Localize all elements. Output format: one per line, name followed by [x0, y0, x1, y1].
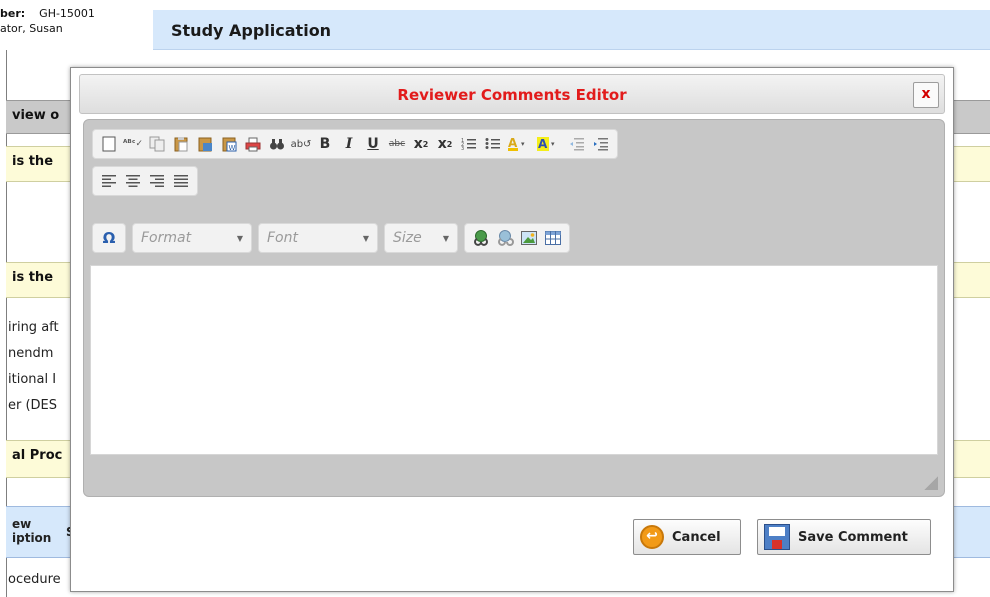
- print-icon[interactable]: [242, 133, 264, 155]
- toolbar-group-insert: [464, 223, 570, 253]
- save-comment-button[interactable]: Save Comment: [757, 519, 931, 555]
- text-line: iring aft: [8, 320, 59, 335]
- bold-icon[interactable]: B: [314, 133, 336, 155]
- new-page-icon[interactable]: [98, 133, 120, 155]
- page-title: Study Application: [171, 21, 332, 40]
- paste-text-icon[interactable]: [194, 133, 216, 155]
- format-dropdown[interactable]: Format ▼: [132, 223, 252, 253]
- protocol-label: ber:: [0, 7, 26, 20]
- special-character-icon[interactable]: Ω: [98, 227, 120, 249]
- align-center-icon[interactable]: [122, 170, 144, 192]
- bulleted-list-icon[interactable]: [482, 133, 504, 155]
- strikethrough-icon[interactable]: abc: [386, 133, 408, 155]
- unlink-icon[interactable]: [494, 227, 516, 249]
- paste-word-icon[interactable]: W: [218, 133, 240, 155]
- resize-handle-icon[interactable]: [924, 476, 938, 490]
- chevron-down-icon: ▼: [236, 233, 243, 243]
- spellcheck-icon[interactable]: ᴬᴮᶜ✓: [122, 133, 144, 155]
- undo-arrow-icon: ↩: [640, 525, 664, 549]
- toolbar-row-3: Ω Format ▼ Font ▼ Size ▼: [92, 223, 570, 253]
- italic-icon[interactable]: I: [338, 133, 360, 155]
- align-right-icon[interactable]: [146, 170, 168, 192]
- indent-icon[interactable]: [590, 133, 612, 155]
- investigator-name: ator, Susan: [0, 22, 63, 35]
- svg-text:A: A: [538, 137, 548, 151]
- find-icon[interactable]: [266, 133, 288, 155]
- table-row[interactable]: ocedure: [8, 572, 61, 587]
- floppy-disk-icon: [764, 524, 790, 550]
- toolbar-group-special: Ω: [92, 223, 126, 253]
- subscript-icon[interactable]: x2: [410, 133, 432, 155]
- protocol-info: ber: GH-15001 ator, Susan: [0, 6, 150, 50]
- superscript-icon[interactable]: x2: [434, 133, 456, 155]
- background-color-icon[interactable]: A ▾: [536, 133, 564, 155]
- size-dropdown-label: Size: [393, 230, 422, 246]
- table-header-description: ew iption: [12, 517, 52, 545]
- format-dropdown-label: Format: [141, 230, 192, 246]
- close-button[interactable]: x: [913, 82, 939, 108]
- table-icon[interactable]: [542, 227, 564, 249]
- dialog-title: Reviewer Comments Editor: [397, 86, 627, 104]
- svg-text:A: A: [508, 136, 518, 150]
- toolbar-row-2: [92, 166, 198, 196]
- protocol-number: GH-15001: [39, 7, 95, 20]
- chevron-down-icon: ▼: [362, 233, 369, 243]
- save-comment-button-label: Save Comment: [798, 529, 908, 545]
- outdent-icon[interactable]: [566, 133, 588, 155]
- svg-text:3: 3: [461, 146, 464, 151]
- toolbar-group-alignment: [92, 166, 198, 196]
- rich-text-editor: ᴬᴮᶜ✓ W ab↺ B I U abc x 2 x 2 1 2 3 A ▾ A…: [83, 119, 945, 497]
- text-line: nendm: [8, 346, 54, 361]
- underline-icon[interactable]: U: [362, 133, 384, 155]
- page-header: Study Application: [153, 10, 990, 50]
- comment-text-area[interactable]: [90, 265, 938, 455]
- cancel-button[interactable]: ↩ Cancel: [633, 519, 741, 555]
- toolbar-group-document: ᴬᴮᶜ✓ W ab↺ B I U abc x 2 x 2 1 2 3 A ▾ A…: [92, 129, 618, 159]
- numbered-list-icon[interactable]: 123: [458, 133, 480, 155]
- image-icon[interactable]: [518, 227, 540, 249]
- align-left-icon[interactable]: [98, 170, 120, 192]
- chevron-down-icon: ▼: [442, 233, 449, 243]
- toolbar-row-1: ᴬᴮᶜ✓ W ab↺ B I U abc x 2 x 2 1 2 3 A ▾ A…: [92, 129, 618, 159]
- font-dropdown[interactable]: Font ▼: [258, 223, 378, 253]
- svg-text:▾: ▾: [551, 140, 555, 148]
- text-line: er (DES: [8, 398, 58, 413]
- text-line: itional I: [8, 372, 57, 387]
- link-icon[interactable]: [470, 227, 492, 249]
- svg-text:▾: ▾: [521, 140, 525, 148]
- cancel-button-label: Cancel: [672, 529, 721, 545]
- size-dropdown[interactable]: Size ▼: [384, 223, 458, 253]
- replace-icon[interactable]: ab↺: [290, 133, 312, 155]
- justify-icon[interactable]: [170, 170, 192, 192]
- copy-icon[interactable]: [146, 133, 168, 155]
- svg-text:W: W: [229, 144, 236, 152]
- paste-icon[interactable]: [170, 133, 192, 155]
- reviewer-comments-dialog: Reviewer Comments Editor x ᴬᴮᶜ✓ W ab↺ B …: [70, 67, 954, 592]
- font-dropdown-label: Font: [267, 230, 298, 246]
- text-color-icon[interactable]: A ▾: [506, 133, 534, 155]
- dialog-titlebar[interactable]: Reviewer Comments Editor x: [79, 74, 945, 114]
